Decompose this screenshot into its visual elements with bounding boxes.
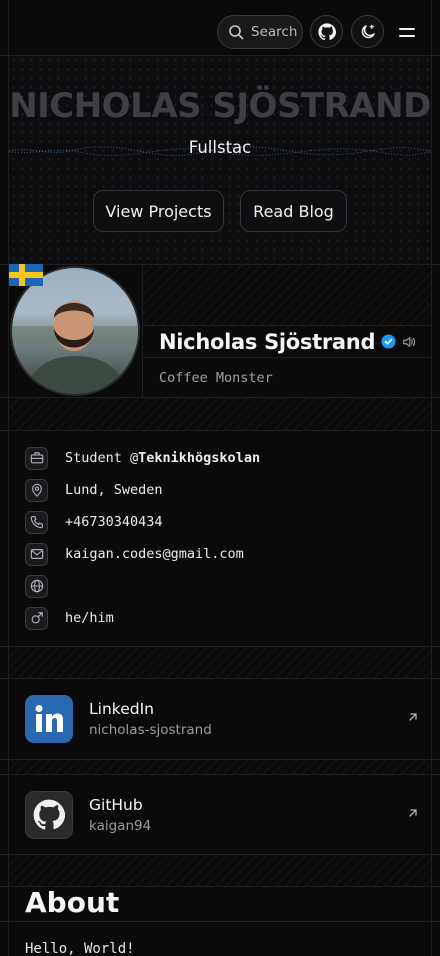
pronouns-text: he/him [65, 610, 114, 626]
menu-icon-bar [399, 34, 415, 37]
linkedin-icon [25, 695, 73, 743]
social-handle: kaigan94 [89, 818, 152, 834]
section-separator [9, 398, 431, 430]
external-link-arrow-icon [409, 713, 417, 721]
phone-link[interactable]: +46730340434 [65, 514, 163, 530]
hero-role: Fullstac [188, 138, 252, 157]
briefcase-icon [25, 446, 48, 470]
external-link-arrow-icon [409, 809, 417, 817]
profile-title: Coffee Monster [142, 358, 431, 398]
work-prefix: Student @ [65, 450, 139, 466]
work-company-link[interactable]: Teknikhögskolan [138, 450, 260, 466]
email-link[interactable]: kaigan.codes@gmail.com [65, 546, 244, 562]
info-phone: +46730340434 [25, 510, 163, 534]
search-button[interactable]: Search [217, 15, 303, 49]
github-icon [25, 791, 73, 839]
theme-toggle-icon [361, 24, 375, 38]
social-handle: nicholas-sjostrand [89, 722, 212, 738]
menu-button[interactable] [392, 21, 422, 43]
theme-toggle-button[interactable] [351, 15, 384, 48]
mars-icon [25, 606, 48, 630]
info-location: Lund, Sweden [25, 478, 163, 502]
profile-name-row: Nicholas Sjöstrand [142, 326, 431, 358]
profile-decoration [142, 264, 431, 326]
social-link-linkedin[interactable]: LinkedIn nicholas-sjostrand [9, 679, 431, 759]
social-name: GitHub [89, 796, 143, 814]
github-button[interactable] [310, 15, 343, 48]
mail-icon [25, 542, 48, 566]
divider [0, 921, 440, 922]
hero-banner: NICHOLAS SJÖSTRAND Fullstac View Project… [9, 56, 431, 264]
hero-name: NICHOLAS SJÖSTRAND [9, 86, 431, 126]
section-separator [9, 855, 431, 887]
profile-card: Nicholas Sjöstrand Coffee Monster [9, 264, 431, 398]
section-separator [9, 760, 431, 774]
social-link-github[interactable]: GitHub kaigan94 [9, 775, 431, 855]
info-pronouns: he/him [25, 606, 114, 630]
map-pin-icon [25, 478, 48, 502]
read-blog-button[interactable]: Read Blog [240, 190, 347, 232]
info-email: kaigan.codes@gmail.com [25, 542, 244, 566]
profile-name: Nicholas Sjöstrand [159, 329, 376, 354]
search-icon [229, 25, 244, 40]
view-projects-button[interactable]: View Projects [93, 190, 224, 232]
menu-icon [399, 27, 415, 30]
pronounce-speaker-icon[interactable] [402, 335, 416, 349]
github-icon [317, 22, 336, 40]
info-website [25, 574, 65, 598]
about-text: Hello, World! [25, 941, 135, 956]
about-heading: About [25, 886, 120, 919]
social-name: LinkedIn [89, 700, 154, 718]
site-header: Search [0, 0, 440, 56]
info-list: Student @Teknikhögskolan Lund, Sweden +4… [9, 430, 431, 646]
info-work: Student @Teknikhögskolan [25, 446, 260, 470]
phone-icon [25, 510, 48, 534]
globe-icon [25, 574, 48, 598]
search-label: Search [251, 24, 298, 40]
avatar-photo [12, 301, 138, 394]
location-text: Lund, Sweden [65, 482, 163, 498]
section-separator [9, 647, 431, 679]
sweden-flag-icon [9, 264, 43, 286]
verified-badge-icon [381, 334, 396, 349]
